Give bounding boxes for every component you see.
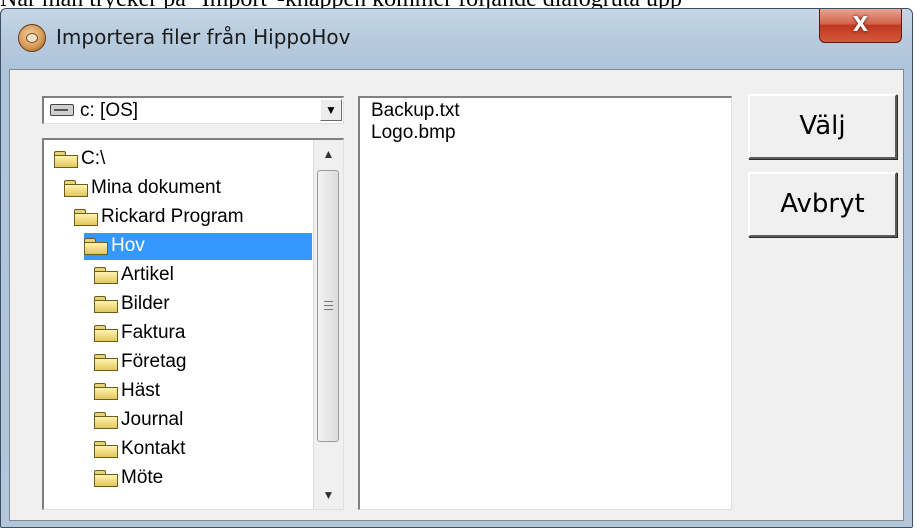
close-button[interactable]: X bbox=[819, 9, 902, 43]
drive-select-value: c: [OS] bbox=[80, 100, 139, 121]
folder-icon bbox=[94, 441, 118, 458]
directory-item-label: Journal bbox=[121, 409, 184, 430]
file-item-backup[interactable]: Backup.txt bbox=[371, 100, 460, 122]
directory-item[interactable]: Bilder bbox=[44, 290, 312, 319]
directory-item-label: C:\ bbox=[81, 148, 106, 169]
file-item-logo[interactable]: Logo.bmp bbox=[371, 122, 456, 144]
scroll-up-arrow-icon[interactable]: ▲ bbox=[314, 140, 343, 168]
open-folder-icon bbox=[74, 209, 98, 226]
folder-icon bbox=[94, 412, 118, 429]
directory-item-label: Mina dokument bbox=[91, 177, 221, 198]
drive-select[interactable]: c: [OS] ▼ bbox=[42, 96, 344, 124]
directory-item[interactable]: Företag bbox=[44, 348, 312, 377]
folder-icon bbox=[94, 325, 118, 342]
import-dialog: Importera filer från HippoHov X c: [OS] … bbox=[0, 8, 913, 528]
folder-icon bbox=[94, 383, 118, 400]
title-bar[interactable]: Importera filer från HippoHov X bbox=[1, 9, 912, 69]
hippohov-app-icon[interactable] bbox=[18, 24, 46, 52]
directory-item-label: Faktura bbox=[121, 322, 186, 343]
directory-item-label: Möte bbox=[121, 467, 164, 488]
drive-icon bbox=[50, 104, 74, 116]
directory-list[interactable]: C:\ Mina dokument Rickard Program Hov Artike… bbox=[42, 138, 344, 510]
directory-item[interactable]: Mina dokument bbox=[44, 174, 312, 203]
scrollbar-thumb[interactable] bbox=[317, 170, 339, 442]
close-icon: X bbox=[852, 12, 869, 36]
select-button[interactable]: Välj bbox=[748, 94, 897, 159]
directory-item-label: Företag bbox=[121, 351, 187, 372]
open-folder-icon bbox=[54, 151, 78, 168]
open-folder-icon bbox=[64, 180, 88, 197]
directory-item[interactable]: Häst bbox=[44, 377, 312, 406]
open-folder-icon bbox=[84, 238, 108, 255]
file-list[interactable]: Backup.txt Logo.bmp bbox=[358, 96, 732, 510]
directory-item-label: Bilder bbox=[121, 293, 170, 314]
directory-item-label: Rickard Program bbox=[101, 206, 244, 227]
directory-item-label: Artikel bbox=[121, 264, 174, 285]
window-title: Importera filer från HippoHov bbox=[56, 25, 351, 49]
dialog-client-area: c: [OS] ▼ C:\ Mina dokument Rickard Progra… bbox=[9, 69, 904, 521]
folder-icon bbox=[94, 470, 118, 487]
directory-item[interactable]: Kontakt bbox=[44, 435, 312, 464]
scrollbar-grip-icon bbox=[324, 301, 333, 310]
directory-items: C:\ Mina dokument Rickard Program Hov Artike… bbox=[44, 145, 312, 493]
directory-item[interactable]: Möte bbox=[44, 464, 312, 493]
directory-item[interactable]: C:\ bbox=[44, 145, 312, 174]
directory-item[interactable]: Hov bbox=[44, 232, 312, 261]
directory-item[interactable]: Rickard Program bbox=[44, 203, 312, 232]
scroll-down-arrow-icon[interactable]: ▼ bbox=[314, 481, 343, 509]
dropdown-arrow-icon[interactable]: ▼ bbox=[320, 99, 342, 121]
directory-item-label: Kontakt bbox=[121, 438, 186, 459]
folder-icon bbox=[94, 296, 118, 313]
directory-scrollbar[interactable]: ▲ ▼ bbox=[313, 140, 343, 509]
directory-item-label: Häst bbox=[121, 380, 161, 401]
cancel-button[interactable]: Avbryt bbox=[748, 172, 897, 237]
folder-icon bbox=[94, 267, 118, 284]
directory-item-label: Hov bbox=[111, 235, 145, 256]
folder-icon bbox=[94, 354, 118, 371]
directory-item[interactable]: Artikel bbox=[44, 261, 312, 290]
directory-item[interactable]: Faktura bbox=[44, 319, 312, 348]
directory-item[interactable]: Journal bbox=[44, 406, 312, 435]
